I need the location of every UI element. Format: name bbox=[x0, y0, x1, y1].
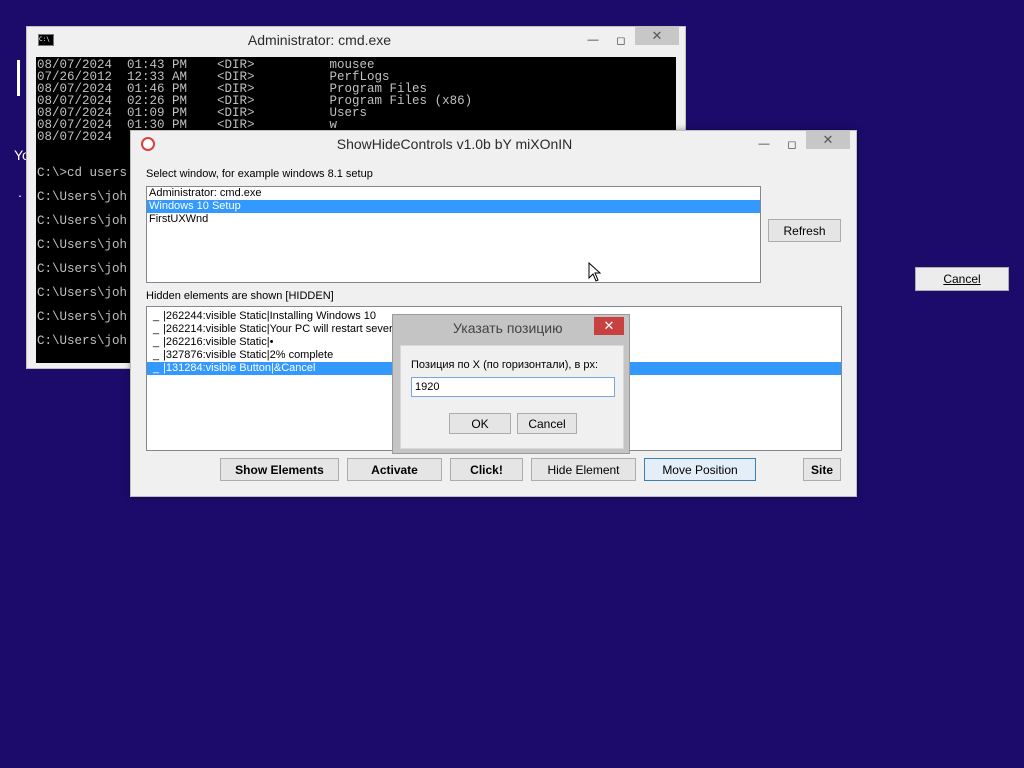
refresh-button[interactable]: Refresh bbox=[768, 219, 841, 242]
site-button[interactable]: Site bbox=[803, 458, 841, 481]
element-checkbox[interactable]: _ bbox=[149, 349, 163, 362]
cmd-title: Administrator: cmd.exe bbox=[247, 32, 392, 48]
position-x-input[interactable] bbox=[411, 377, 615, 397]
element-text: |262244:visible Static|Installing Window… bbox=[163, 310, 376, 322]
hide-element-button[interactable]: Hide Element bbox=[531, 458, 636, 481]
element-checkbox[interactable]: _ bbox=[149, 362, 163, 375]
close-icon[interactable]: ✕ bbox=[635, 27, 679, 45]
maximize-icon[interactable]: ◻ bbox=[778, 134, 806, 154]
element-text: |131284:visible Button|&Cancel bbox=[163, 362, 316, 374]
element-checkbox[interactable]: _ bbox=[149, 323, 163, 336]
dialog-body: Позиция по X (по горизонтали), в px: OK … bbox=[400, 345, 624, 449]
dialog-title: Указать позицию bbox=[453, 320, 563, 336]
element-text: |262216:visible Static|• bbox=[163, 336, 274, 348]
element-checkbox[interactable]: _ bbox=[149, 336, 163, 349]
ok-button[interactable]: OK bbox=[449, 413, 511, 434]
shc-titlebar[interactable]: ShowHideControls v1.0b bY miXOnIN — ◻ ✕ bbox=[131, 131, 856, 157]
shc-title: ShowHideControls v1.0b bY miXOnIN bbox=[336, 136, 573, 152]
element-checkbox[interactable]: _ bbox=[149, 310, 163, 323]
setup-cancel-button[interactable]: Cancel bbox=[915, 267, 1009, 291]
cmd-titlebar[interactable]: C:\ Administrator: cmd.exe — ◻ ✕ bbox=[27, 27, 685, 53]
close-icon[interactable]: ✕ bbox=[806, 131, 850, 149]
hidden-elements-label: Hidden elements are shown [HIDDEN] bbox=[146, 290, 334, 302]
position-dialog: Указать позицию ✕ Позиция по X (по гориз… bbox=[392, 314, 630, 454]
close-icon[interactable]: ✕ bbox=[594, 317, 624, 335]
move-position-button[interactable]: Move Position bbox=[644, 458, 756, 481]
window-list-item[interactable]: FirstUXWnd bbox=[147, 213, 760, 226]
select-window-label: Select window, for example windows 8.1 s… bbox=[146, 168, 373, 180]
cmd-icon: C:\ bbox=[38, 34, 54, 46]
minimize-icon[interactable]: — bbox=[579, 30, 607, 50]
minimize-icon[interactable]: — bbox=[750, 134, 778, 154]
element-text: |327876:visible Static|2% complete bbox=[163, 349, 334, 361]
window-list-item[interactable]: Windows 10 Setup bbox=[147, 200, 760, 213]
show-elements-button[interactable]: Show Elements bbox=[220, 458, 339, 481]
cancel-button[interactable]: Cancel bbox=[517, 413, 577, 434]
activate-button[interactable]: Activate bbox=[347, 458, 442, 481]
setup-progress-bar bbox=[17, 60, 20, 96]
mouse-cursor-icon bbox=[588, 262, 602, 282]
click-button[interactable]: Click! bbox=[450, 458, 523, 481]
dialog-titlebar[interactable]: Указать позицию ✕ bbox=[393, 315, 629, 341]
window-list-item[interactable]: Administrator: cmd.exe bbox=[147, 187, 760, 200]
app-icon bbox=[141, 137, 155, 151]
window-listbox[interactable]: Administrator: cmd.exe Windows 10 Setup Fi… bbox=[146, 186, 761, 283]
maximize-icon[interactable]: ◻ bbox=[607, 30, 635, 50]
position-x-label: Позиция по X (по горизонтали), в px: bbox=[411, 359, 599, 371]
